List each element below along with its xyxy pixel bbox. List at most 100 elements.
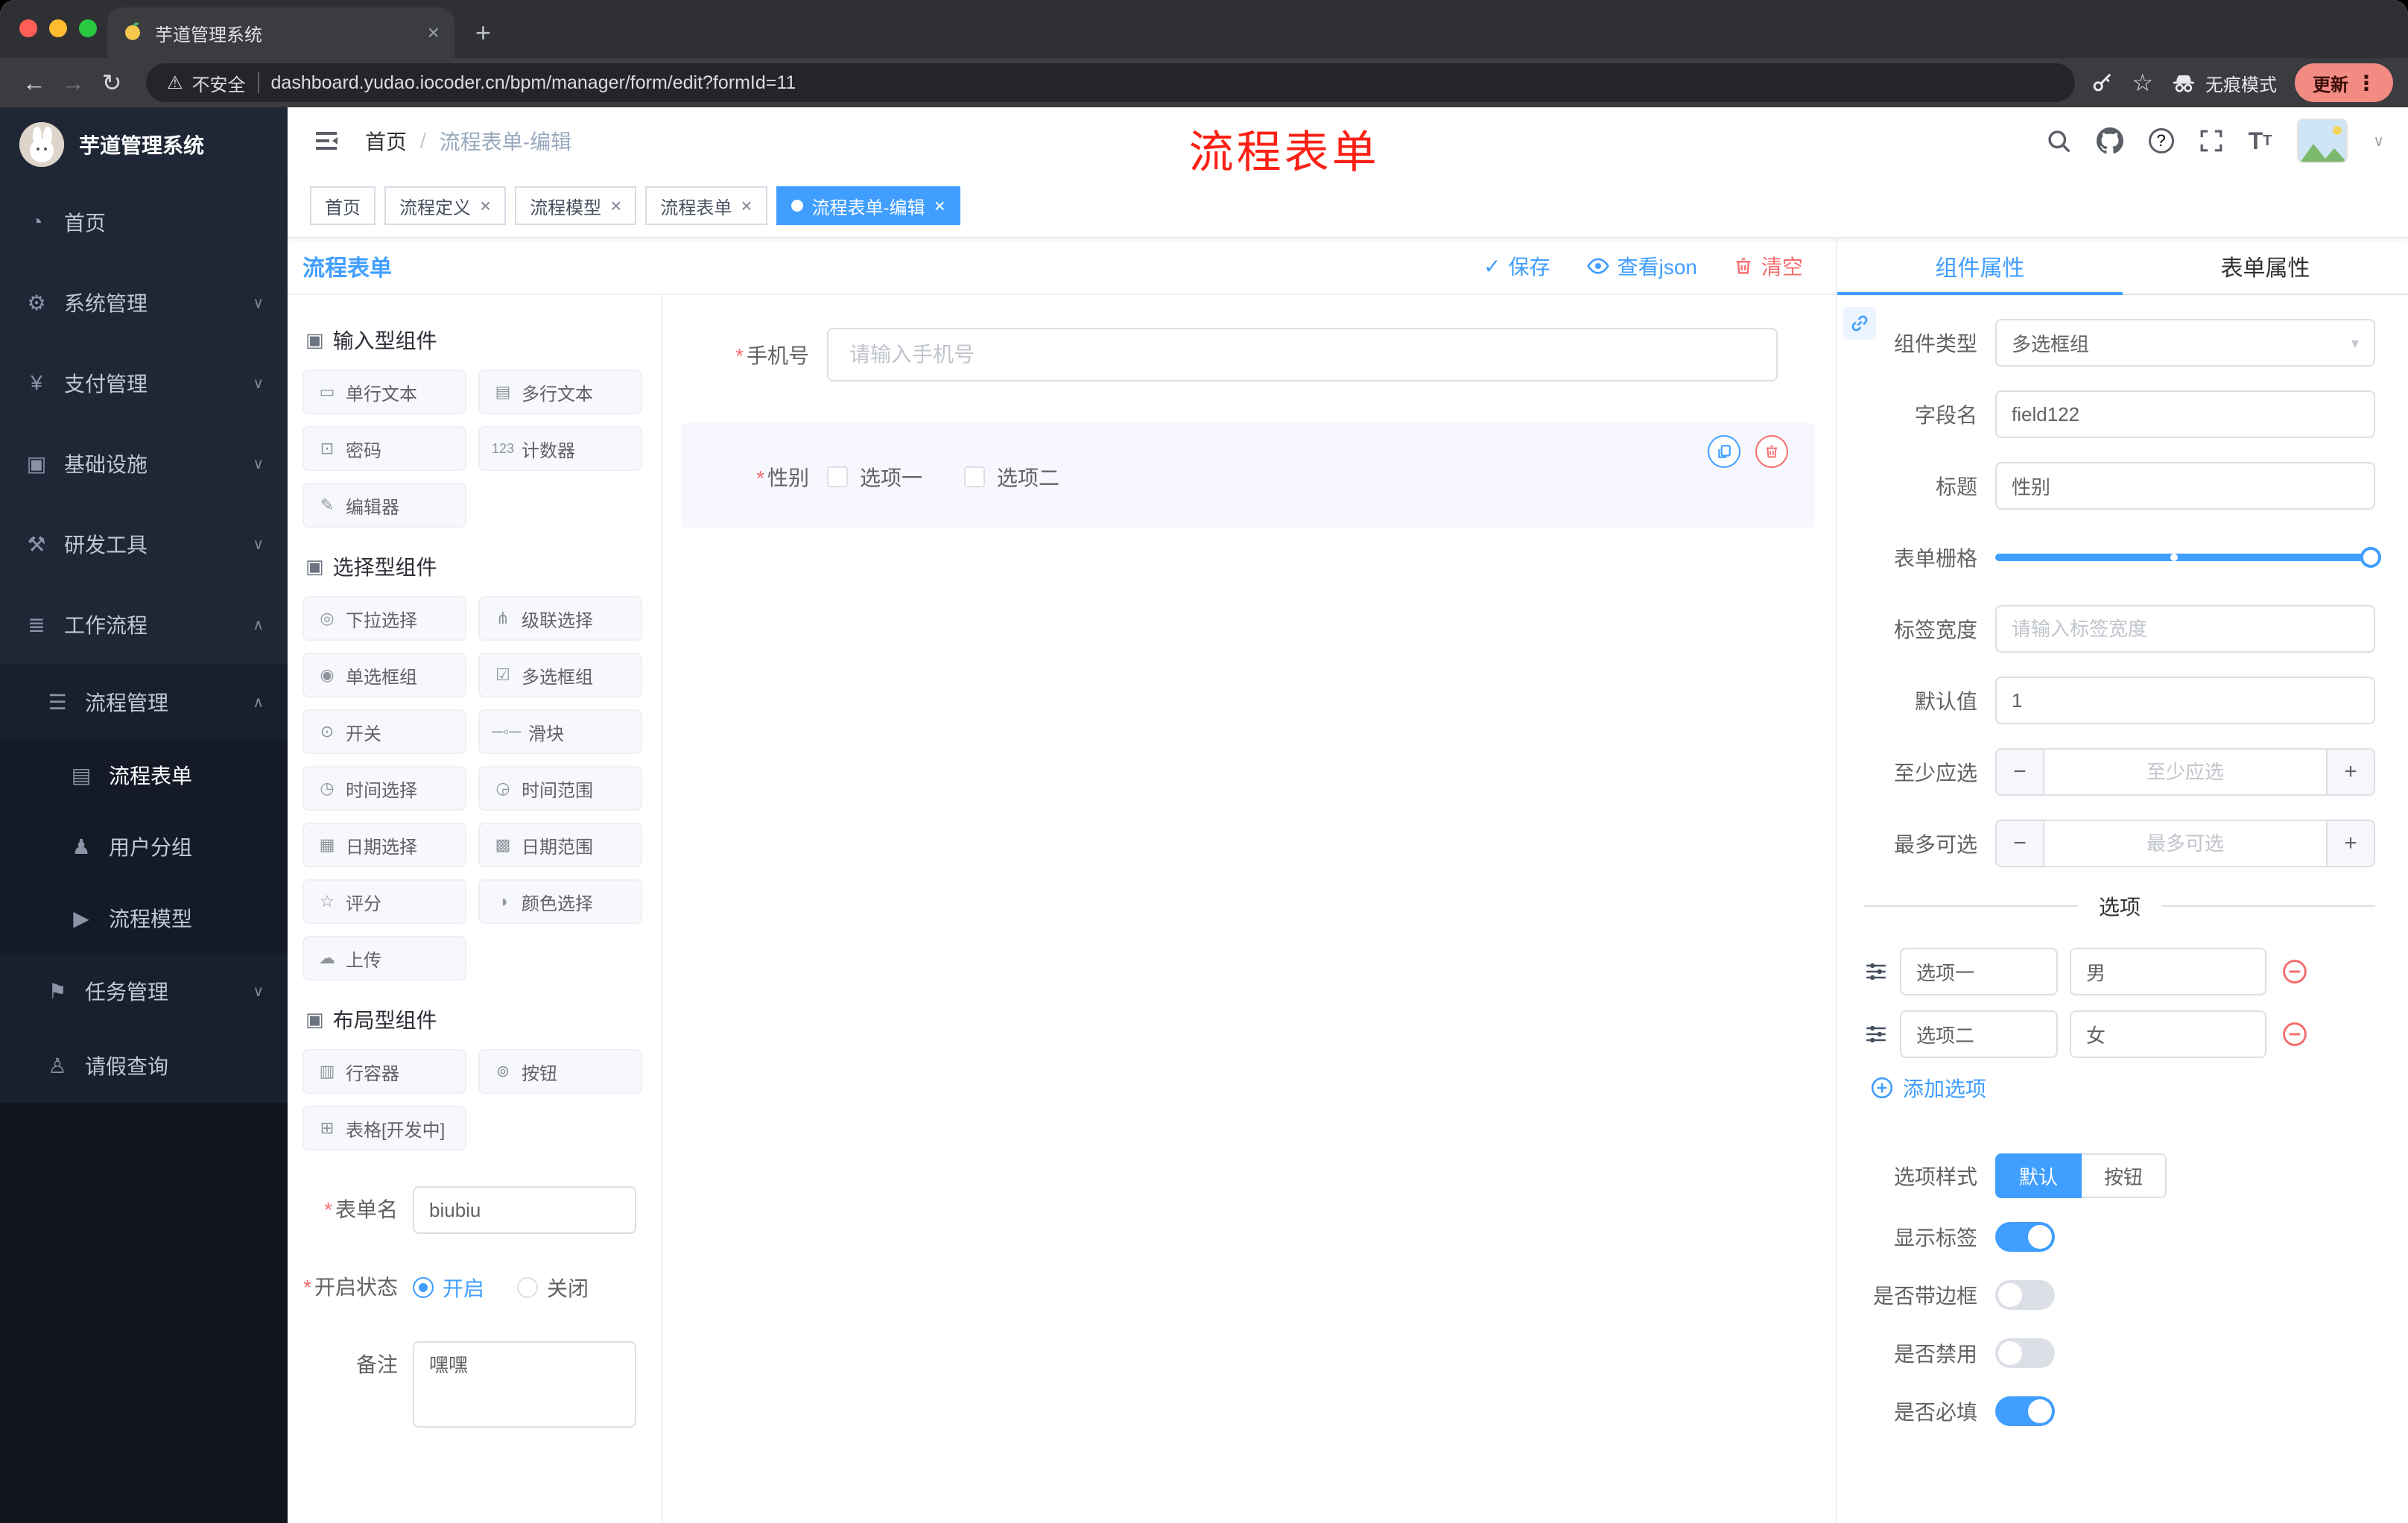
option-value-input[interactable] — [2070, 948, 2266, 995]
show-label-toggle[interactable] — [1995, 1222, 2055, 1252]
sidebar-item-task-management[interactable]: ⚑ 任务管理 ∨ — [0, 954, 288, 1028]
avatar-caret-icon[interactable]: ∨ — [2373, 132, 2384, 151]
update-button[interactable]: 更新 ⋮ — [2295, 63, 2393, 102]
disabled-toggle[interactable] — [1995, 1338, 2055, 1368]
remove-option-button[interactable] — [2281, 1021, 2308, 1048]
tag-process-form[interactable]: 流程表单 × — [645, 186, 767, 225]
sidebar-item-home[interactable]: ◔ 首页 — [0, 182, 288, 262]
palette-item-upload[interactable]: ☁ 上传 — [302, 936, 466, 981]
option-two-checkbox[interactable]: 选项二 — [964, 462, 1059, 492]
delete-component-button[interactable] — [1755, 435, 1788, 468]
sidebar-item-system[interactable]: ⚙ 系统管理 ∨ — [0, 262, 288, 343]
slider-handle[interactable] — [2360, 547, 2381, 568]
zoom-window-button[interactable] — [79, 19, 97, 37]
status-radio-open[interactable]: 开启 — [413, 1273, 484, 1302]
clear-button[interactable]: 清空 — [1733, 251, 1803, 281]
sidebar-item-payment[interactable]: ¥ 支付管理 ∨ — [0, 343, 288, 423]
component-type-select[interactable]: 多选框组 ▾ — [1995, 319, 2375, 367]
github-icon[interactable] — [2096, 127, 2123, 154]
drag-handle-icon[interactable] — [1864, 1022, 1888, 1046]
palette-item-password[interactable]: ⊡ 密码 — [302, 426, 466, 471]
sidebar-item-user-group[interactable]: ♟ 用户分组 — [0, 811, 288, 882]
copy-component-button[interactable] — [1708, 435, 1740, 468]
sidebar-item-process-management[interactable]: ☰ 流程管理 ∧ — [0, 665, 288, 739]
option-label-input[interactable] — [1900, 1010, 2058, 1058]
fullscreen-icon[interactable] — [2199, 129, 2223, 153]
palette-item-table[interactable]: ⊞ 表格[开发中] — [302, 1106, 466, 1150]
style-button-button[interactable]: 按钮 — [2082, 1153, 2167, 1198]
slider-track[interactable] — [1995, 547, 2381, 568]
address-bar[interactable]: ⚠ 不安全 dashboard.yudao.iocoder.cn/bpm/man… — [146, 63, 2076, 102]
minimize-window-button[interactable] — [49, 19, 67, 37]
palette-item-select[interactable]: ◎ 下拉选择 — [302, 596, 466, 641]
tab-component-props[interactable]: 组件属性 — [1837, 238, 2123, 295]
palette-item-date-picker[interactable]: ▦ 日期选择 — [302, 823, 466, 867]
key-icon[interactable] — [2090, 71, 2114, 95]
sidebar-toggle[interactable] — [311, 126, 341, 156]
palette-item-counter[interactable]: 123 计数器 — [478, 426, 642, 471]
close-window-button[interactable] — [19, 19, 37, 37]
border-toggle[interactable] — [1995, 1280, 2055, 1310]
close-icon[interactable]: × — [480, 196, 491, 215]
sidebar-item-workflow[interactable]: ≣ 工作流程 ∧ — [0, 584, 288, 665]
required-toggle[interactable] — [1995, 1396, 2055, 1426]
palette-item-checkbox-group[interactable]: ☑ 多选框组 — [478, 653, 642, 697]
option-value-input[interactable] — [2070, 1010, 2266, 1058]
view-json-button[interactable]: 查看json — [1586, 251, 1697, 281]
tag-process-model[interactable]: 流程模型 × — [515, 186, 637, 225]
window-controls[interactable] — [19, 19, 97, 37]
max-select-input[interactable] — [2044, 821, 2326, 866]
palette-item-single-line-text[interactable]: ▭ 单行文本 — [302, 370, 466, 414]
close-icon[interactable]: × — [934, 196, 945, 215]
option-label-input[interactable] — [1900, 948, 2058, 995]
sidebar-logo[interactable]: 芋道管理系统 — [0, 107, 288, 182]
palette-item-editor[interactable]: ✎ 编辑器 — [302, 483, 466, 528]
option-one-checkbox[interactable]: 选项一 — [827, 462, 922, 492]
min-select-input[interactable] — [2044, 750, 2326, 794]
gender-field-selected[interactable]: * 性别 选项一 选项二 — [681, 423, 1815, 528]
palette-item-time-range[interactable]: ◶ 时间范围 — [478, 766, 642, 811]
palette-item-rate[interactable]: ☆ 评分 — [302, 879, 466, 924]
default-value-input[interactable] — [1995, 677, 2375, 724]
tag-home[interactable]: 首页 — [310, 186, 376, 225]
add-option-link[interactable]: 添加选项 — [1870, 1073, 2375, 1103]
remark-textarea[interactable]: 嘿嘿 — [413, 1341, 636, 1428]
palette-item-slider[interactable]: ─◦─ 滑块 — [478, 709, 642, 754]
status-radio-closed[interactable]: 关闭 — [517, 1273, 589, 1302]
back-button[interactable]: ← — [15, 63, 54, 102]
reload-button[interactable]: ↻ — [92, 63, 131, 102]
title-input[interactable] — [1995, 462, 2375, 510]
form-name-input[interactable] — [413, 1186, 636, 1234]
save-button[interactable]: ✓ 保存 — [1483, 251, 1550, 281]
palette-item-switch[interactable]: ⊙ 开关 — [302, 709, 466, 754]
style-default-button[interactable]: 默认 — [1995, 1153, 2082, 1198]
sidebar-item-process-form[interactable]: ▤ 流程表单 — [0, 739, 288, 811]
tag-process-form-edit[interactable]: 流程表单-编辑 × — [776, 186, 960, 225]
palette-item-color-picker[interactable]: ◑ 颜色选择 — [478, 879, 642, 924]
sidebar-item-infrastructure[interactable]: ▣ 基础设施 ∨ — [0, 423, 288, 504]
new-tab-button[interactable]: + — [475, 19, 491, 46]
search-icon[interactable] — [2046, 128, 2071, 153]
sidebar-item-process-model[interactable]: ▶ 流程模型 — [0, 882, 288, 954]
phone-field[interactable]: * 手机号 — [681, 325, 1815, 384]
help-icon[interactable]: ? — [2148, 128, 2174, 153]
browser-tab[interactable]: 芋道管理系统 × — [107, 7, 454, 58]
bookmark-star-icon[interactable]: ☆ — [2132, 69, 2153, 97]
increase-button[interactable]: + — [2326, 750, 2374, 794]
palette-item-button[interactable]: ⊚ 按钮 — [478, 1049, 642, 1094]
palette-item-radio-group[interactable]: ◉ 单选框组 — [302, 653, 466, 697]
form-grid-slider[interactable] — [1995, 533, 2381, 581]
tag-process-definition[interactable]: 流程定义 × — [384, 186, 507, 225]
sidebar-item-devtools[interactable]: ⚒ 研发工具 ∨ — [0, 504, 288, 584]
close-icon[interactable]: × — [741, 196, 752, 215]
field-name-input[interactable] — [1995, 390, 2375, 438]
decrease-button[interactable]: − — [1997, 750, 2044, 794]
avatar[interactable] — [2297, 118, 2348, 163]
phone-input[interactable] — [827, 328, 1778, 381]
security-chip[interactable]: ⚠ 不安全 — [167, 70, 246, 96]
form-canvas[interactable]: *手机号 *性别 — [663, 295, 1836, 1523]
breadcrumb-home[interactable]: 首页 — [365, 126, 407, 156]
increase-button[interactable]: + — [2326, 821, 2374, 866]
link-icon[interactable] — [1843, 307, 1876, 340]
palette-item-multi-line-text[interactable]: ▤ 多行文本 — [478, 370, 642, 414]
